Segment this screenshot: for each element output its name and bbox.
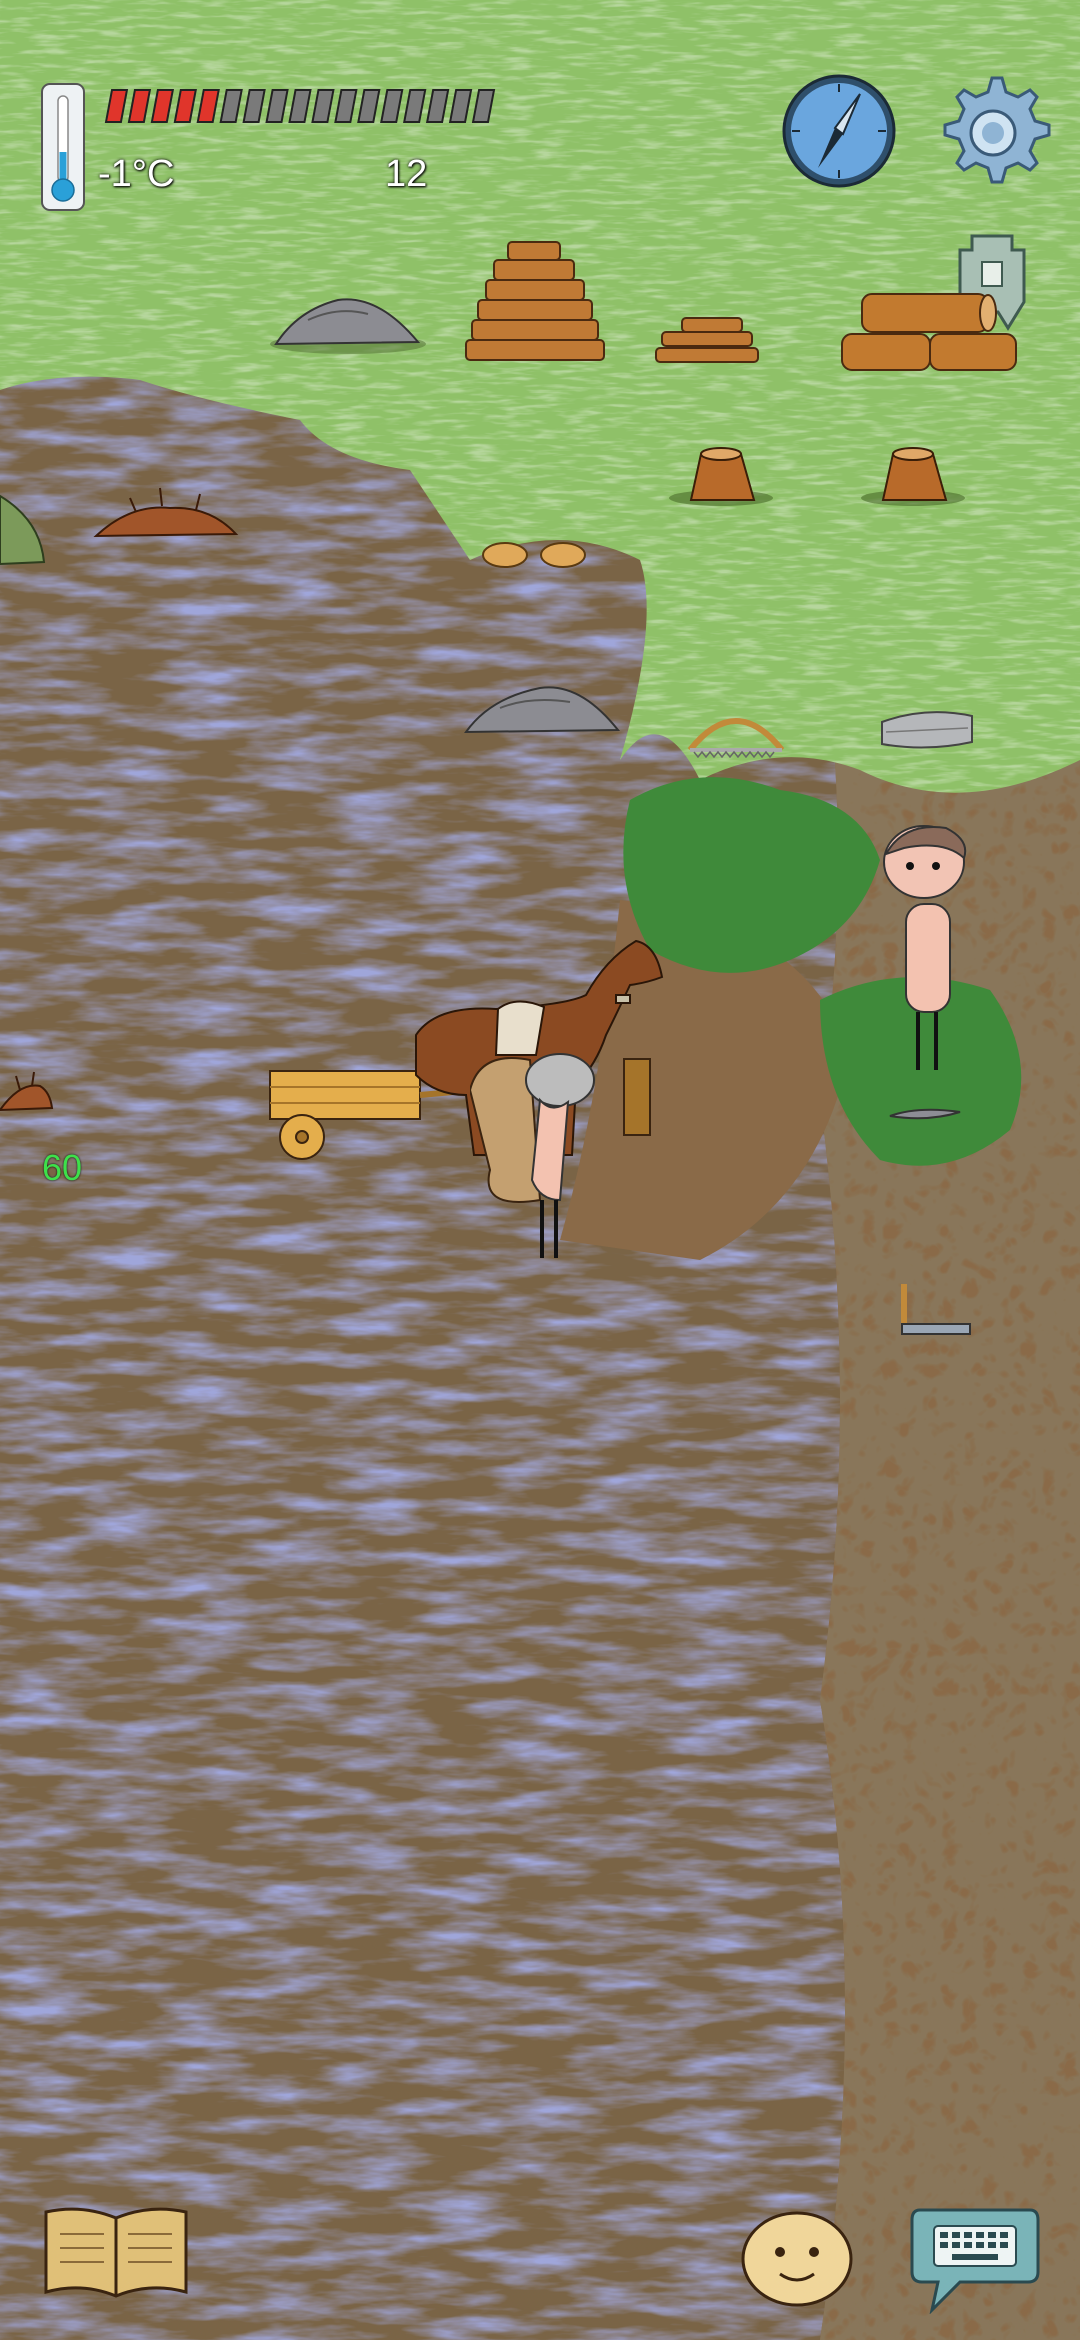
food-pip-empty [425, 89, 450, 123]
stone-pile-2[interactable] [460, 670, 625, 740]
emote-face-icon[interactable] [740, 2210, 854, 2308]
food-pip-empty [219, 89, 243, 123]
food-pip-empty [380, 89, 404, 123]
sharp-stone[interactable] [888, 1104, 962, 1124]
food-pip-filled [104, 89, 129, 123]
elder-player[interactable] [468, 1050, 610, 1262]
food-pip-empty [357, 89, 381, 123]
food-pip-empty [448, 89, 473, 123]
fps-counter: 60 [42, 1147, 83, 1188]
shovel[interactable] [892, 1280, 974, 1340]
food-pip-empty [265, 89, 289, 123]
child-player[interactable] [874, 818, 978, 1076]
firewood-stack[interactable] [460, 240, 610, 370]
dug-burrow[interactable] [90, 480, 240, 544]
bow-saw[interactable] [684, 702, 788, 759]
journal-book-icon[interactable] [42, 2204, 190, 2300]
log-pile[interactable] [838, 290, 1020, 376]
food-pip-filled [127, 89, 152, 123]
food-pip-empty [288, 89, 312, 123]
compass-icon[interactable] [780, 72, 898, 190]
food-pip-filled [173, 89, 197, 123]
food-pip-empty [403, 89, 427, 123]
thermometer-icon [38, 82, 88, 212]
tree-stump[interactable] [666, 440, 776, 508]
food-pip-empty [242, 89, 266, 123]
flat-rocks[interactable] [480, 538, 590, 572]
food-pip-empty [311, 89, 335, 123]
age-label: 12 [385, 153, 428, 195]
settings-gear-icon[interactable] [932, 72, 1054, 194]
flat-stone-slab[interactable] [876, 706, 978, 752]
kindling-pile[interactable] [652, 312, 762, 368]
stone-pile[interactable] [268, 280, 428, 356]
dug-burrow-2[interactable] [0, 1062, 54, 1116]
food-pip-empty [471, 89, 496, 123]
food-pip-filled [196, 89, 220, 123]
bush[interactable] [0, 490, 46, 570]
food-pip-empty [334, 89, 358, 123]
food-meter [102, 88, 502, 124]
chat-keyboard-icon[interactable] [910, 2202, 1040, 2315]
food-pip-filled [150, 89, 175, 123]
temperature-label: -1°C [98, 153, 175, 195]
tree-stump[interactable] [858, 440, 968, 508]
